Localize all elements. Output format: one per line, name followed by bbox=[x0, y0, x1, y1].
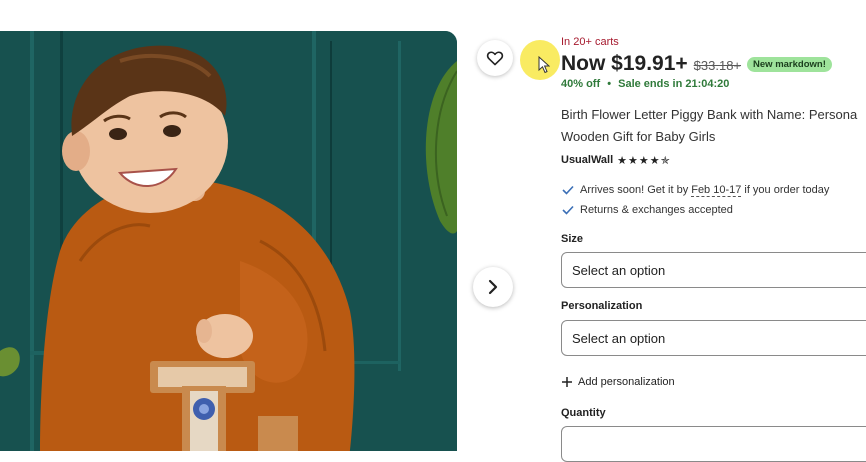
size-select-value: Select an option bbox=[572, 262, 666, 278]
arrival-dates[interactable]: Feb 10-17 bbox=[691, 184, 742, 197]
returns-text: Returns & exchanges accepted bbox=[580, 204, 733, 216]
current-price: Now $19.91+ bbox=[561, 52, 688, 75]
add-personalization-button[interactable]: Add personalization bbox=[561, 374, 675, 390]
rating-stars[interactable]: ★★★★✯ bbox=[617, 154, 671, 167]
personalization-select[interactable]: Select an option bbox=[561, 320, 866, 356]
check-icon bbox=[562, 185, 574, 195]
personalization-select-value: Select an option bbox=[572, 330, 666, 346]
mouse-cursor-icon bbox=[538, 56, 550, 74]
sale-countdown: Sale ends in 21:04:20 bbox=[618, 78, 730, 90]
sale-info: 40% off • Sale ends in 21:04:20 bbox=[561, 78, 729, 90]
discount-text: 40% off bbox=[561, 78, 601, 90]
cart-count-notice: In 20+ carts bbox=[561, 36, 619, 48]
price-row: Now $19.91+ $33.18+ New markdown! bbox=[561, 50, 832, 78]
original-price: $33.18+ bbox=[693, 58, 742, 73]
shop-info: UsualWall ★★★★✯ bbox=[561, 152, 671, 168]
quantity-select[interactable] bbox=[561, 426, 866, 462]
sale-separator: • bbox=[607, 78, 612, 90]
heart-icon bbox=[486, 51, 504, 66]
markdown-badge: New markdown! bbox=[747, 57, 832, 72]
check-icon bbox=[562, 205, 574, 215]
arrival-suffix: if you order today bbox=[744, 184, 830, 196]
arrival-prefix: Arrives soon! Get it by bbox=[580, 184, 689, 196]
product-title-line-1: Birth Flower Letter Piggy Bank with Name… bbox=[561, 107, 858, 122]
chevron-right-icon bbox=[488, 279, 498, 295]
personalization-label: Personalization bbox=[561, 300, 643, 312]
product-title: Birth Flower Letter Piggy Bank with Name… bbox=[561, 104, 866, 148]
favorite-button[interactable] bbox=[477, 40, 513, 76]
returns-info: Returns & exchanges accepted bbox=[562, 202, 733, 218]
plus-icon bbox=[562, 377, 572, 387]
next-image-button[interactable] bbox=[473, 267, 513, 307]
shop-name-link[interactable]: UsualWall bbox=[561, 154, 613, 166]
product-photo-illustration bbox=[0, 31, 457, 451]
product-image[interactable] bbox=[0, 31, 457, 451]
size-select[interactable]: Select an option bbox=[561, 252, 866, 288]
quantity-label: Quantity bbox=[561, 407, 606, 419]
arrival-info: Arrives soon! Get it by Feb 10-17 if you… bbox=[562, 182, 829, 198]
add-personalization-label: Add personalization bbox=[578, 376, 675, 388]
product-title-line-2: Wooden Gift for Baby Girls bbox=[561, 129, 716, 144]
size-label: Size bbox=[561, 233, 584, 245]
